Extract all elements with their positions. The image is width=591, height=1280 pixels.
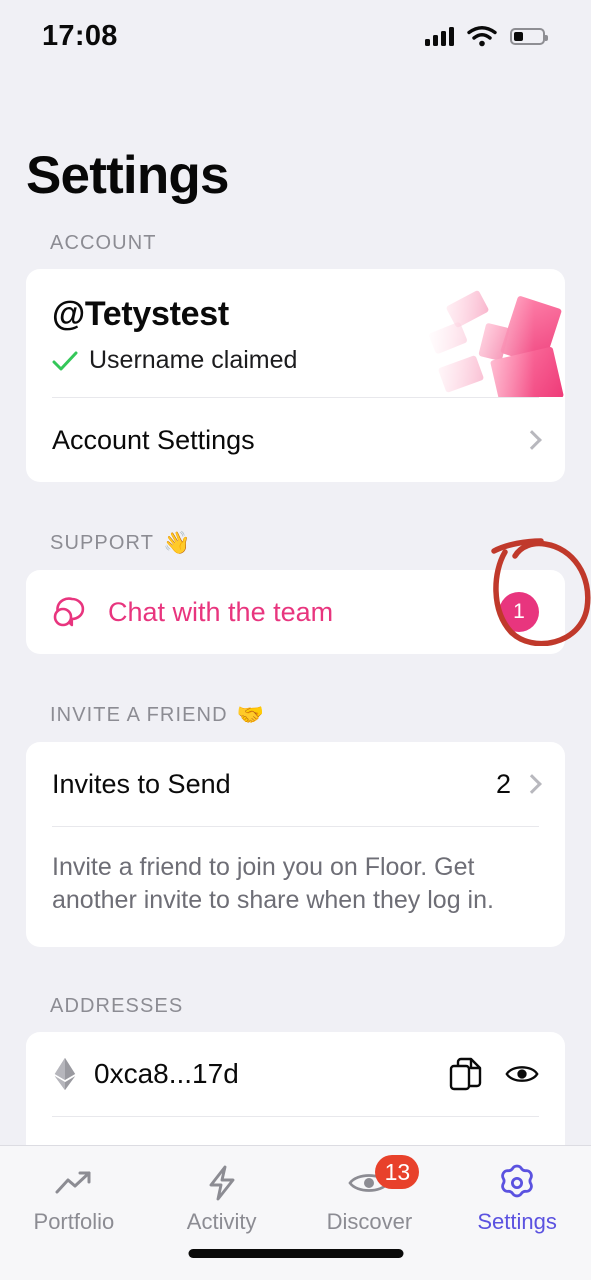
section-label-addresses: ADDRESSES [0, 995, 591, 1032]
invite-description: Invite a friend to join you on Floor. Ge… [52, 853, 494, 914]
wifi-icon [467, 26, 497, 47]
invites-count: 2 [495, 768, 511, 799]
invite-label-text: INVITE A FRIEND [50, 703, 228, 726]
home-indicator[interactable] [188, 1249, 403, 1258]
eye-icon: 13 [347, 1155, 420, 1202]
chat-with-team-row[interactable]: Chat with the team 1 [26, 570, 565, 654]
tab-label-discover: Discover [326, 1209, 413, 1234]
claimed-text: Username claimed [89, 346, 298, 374]
battery-low-icon [510, 27, 548, 45]
chevron-right-icon [522, 774, 542, 794]
tab-portfolio[interactable]: Portfolio [0, 1164, 148, 1235]
account-label-text: ACCOUNT [50, 232, 157, 254]
chevron-right-icon [522, 430, 542, 450]
eye-icon[interactable] [505, 1057, 539, 1091]
discover-badge: 13 [375, 1155, 420, 1189]
handshake-emoji: 🤝 [236, 702, 265, 727]
ethereum-icon [54, 1057, 76, 1091]
section-label-invite: INVITE A FRIEND 🤝 [0, 702, 591, 742]
tab-activity[interactable]: Activity [148, 1164, 296, 1235]
lightning-bolt-icon [200, 1164, 244, 1202]
invites-to-send-label: Invites to Send [52, 768, 231, 799]
account-card: @Tetystest Username claimed Account Sett… [26, 269, 565, 482]
gear-icon [495, 1164, 539, 1202]
support-card: Chat with the team 1 [26, 570, 565, 654]
username: @Tetystest [52, 295, 229, 333]
tab-discover[interactable]: 13 Discover [296, 1155, 444, 1235]
settings-screen: 17:08 Settings ACCOUNT @Tetystest Userna… [0, 0, 591, 1280]
address-row[interactable]: 0xca8...17d [26, 1032, 565, 1116]
page-title: Settings [26, 146, 229, 205]
status-time: 17:08 [42, 19, 118, 52]
invite-card: Invites to Send 2 Invite a friend to joi… [26, 742, 565, 947]
account-identity: @Tetystest Username claimed [26, 269, 565, 397]
tab-label-settings: Settings [477, 1209, 557, 1234]
username-claimed-status: Username claimed [52, 346, 539, 375]
chat-bubbles-icon [53, 597, 85, 627]
settings-scroll-area[interactable]: ACCOUNT @Tetystest Username claimed Acco… [0, 232, 591, 1242]
section-label-support: SUPPORT 👋 [0, 530, 591, 570]
status-indicators [425, 25, 548, 47]
tab-label-portfolio: Portfolio [33, 1209, 115, 1234]
signal-bars-icon [425, 26, 454, 46]
wave-emoji: 👋 [163, 530, 191, 555]
check-icon [52, 351, 78, 370]
trend-arrow-icon [52, 1164, 96, 1202]
tab-settings[interactable]: Settings [443, 1164, 591, 1235]
tab-bar: Portfolio Activity 13 Discover Settings [0, 1145, 591, 1280]
unread-badge: 1 [499, 592, 539, 632]
account-settings-label: Account Settings [52, 424, 255, 455]
wallet-address: 0xca8...17d [94, 1058, 239, 1089]
tab-label-activity: Activity [186, 1209, 257, 1234]
copy-icon[interactable] [449, 1057, 483, 1091]
section-label-account: ACCOUNT [0, 232, 591, 269]
support-label-text: SUPPORT [50, 531, 155, 554]
chat-with-team-label: Chat with the team [108, 596, 334, 627]
invites-to-send-row[interactable]: Invites to Send 2 [26, 742, 565, 826]
addresses-label-text: ADDRESSES [50, 995, 184, 1017]
status-bar: 17:08 [0, 0, 591, 72]
account-settings-row[interactable]: Account Settings [26, 398, 565, 482]
